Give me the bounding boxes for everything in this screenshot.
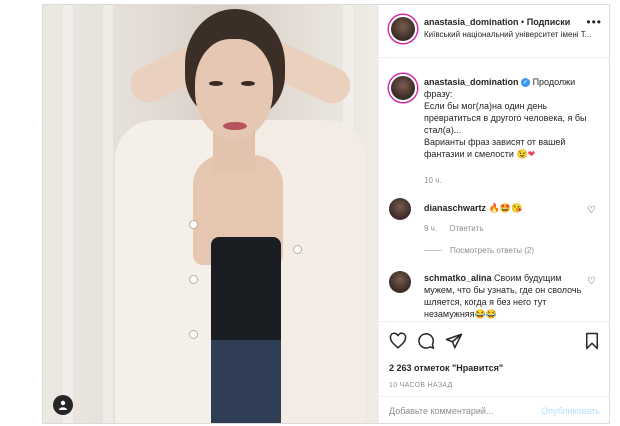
cardigan-button (189, 220, 198, 229)
comment-like-icon[interactable]: ♡ (587, 205, 596, 216)
view-replies-label: Посмотреть ответы (2) (450, 246, 535, 255)
post-actions: 2 263 отметок "Нравится" 10 ЧАСОВ НАЗАД … (379, 321, 610, 424)
header-separator: • (521, 17, 525, 27)
caption-avatar[interactable] (389, 74, 417, 102)
post-age: 10 ЧАСОВ НАЗАД (389, 382, 453, 389)
caption-timestamp: 10 ч. (424, 176, 442, 185)
comments-area[interactable]: anastasia_domination ✓ Продолжи фразу: Е… (379, 58, 610, 321)
black-top (211, 237, 281, 347)
caption-line3: Варианты фраз зависят от вашей фантазии … (424, 137, 566, 159)
comment-time: 9 ч. (424, 224, 438, 233)
cardigan-button (189, 275, 198, 284)
header-username[interactable]: anastasia_domination (424, 17, 519, 27)
verified-badge-icon: ✓ (521, 78, 531, 88)
follow-status-button[interactable]: Подписки (527, 17, 571, 27)
caption-line2: Если бы мог(ла)на один день превратиться… (424, 101, 587, 135)
replies-dash (424, 250, 442, 252)
post-caption: anastasia_domination ✓ Продолжи фразу: Е… (424, 76, 602, 160)
view-replies-button[interactable]: Посмотреть ответы (2) (424, 246, 534, 255)
wink-emoji: 😉 (516, 149, 528, 159)
publish-button[interactable]: Опубликовать (541, 406, 600, 416)
likes-count[interactable]: 2 263 отметок "Нравится" (389, 363, 503, 373)
left-eye (209, 81, 223, 86)
right-eye (241, 81, 255, 86)
comment-avatar[interactable] (389, 271, 411, 293)
curtain-fold (63, 5, 73, 423)
avatar[interactable] (389, 15, 417, 43)
share-icon[interactable] (443, 330, 465, 352)
comment-text: 🔥🤩😘 (488, 203, 523, 213)
location-link[interactable]: Київський національний університет імені… (424, 30, 600, 39)
comment-username[interactable]: dianaschwartz (424, 203, 486, 213)
comment-item: schmatko_alina Своим будущим мужем, что … (424, 272, 584, 320)
post-photo[interactable] (43, 5, 378, 423)
comment-like-icon[interactable]: ♡ (587, 276, 596, 287)
heart-icon[interactable] (387, 330, 409, 352)
lips (223, 122, 247, 130)
bookmark-icon[interactable] (581, 330, 603, 352)
comment-meta: 9 ч. Ответить (424, 224, 494, 233)
comment-item: dianaschwartz 🔥🤩😘 (424, 202, 584, 214)
instagram-post: anastasia_domination • Подписки Київськи… (42, 4, 610, 424)
curtain-fold (103, 5, 113, 423)
add-comment-bar: Добавьте комментарий... Опубликовать (379, 396, 610, 425)
comment-username[interactable]: schmatko_alina (424, 273, 492, 283)
post-header: anastasia_domination • Подписки Київськи… (379, 5, 610, 58)
cardigan-button (293, 245, 302, 254)
comment-avatar[interactable] (389, 198, 411, 220)
neck (213, 133, 255, 173)
post-sidebar: anastasia_domination • Подписки Київськи… (378, 5, 610, 423)
user-tag-icon[interactable] (53, 395, 73, 415)
cardigan-button (189, 330, 198, 339)
more-icon[interactable]: ••• (586, 15, 602, 29)
red-heart-emoji: ❤ (527, 149, 536, 159)
comment-icon[interactable] (415, 330, 437, 352)
header-line: anastasia_domination • Подписки (424, 17, 570, 27)
comment-input[interactable]: Добавьте комментарий... (389, 406, 493, 416)
jeans (211, 340, 281, 423)
reply-button[interactable]: Ответить (449, 224, 483, 233)
caption-username[interactable]: anastasia_domination (424, 77, 519, 87)
